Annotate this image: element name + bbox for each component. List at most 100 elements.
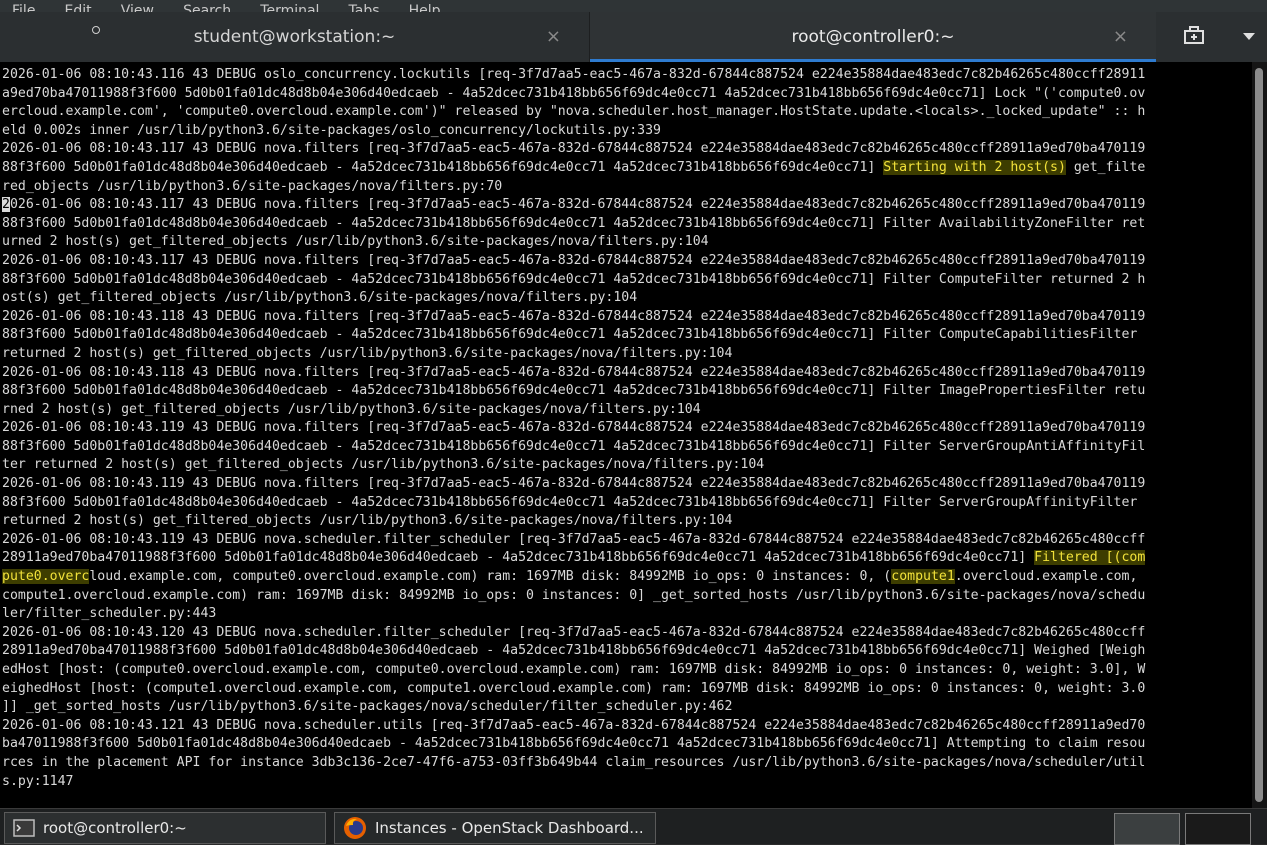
terminal-text: get_filte bbox=[1065, 159, 1146, 175]
terminal-line: 88f3f600 5d0b01fa01dc48d8b04e306d40edcae… bbox=[2, 494, 1252, 513]
terminal-text: ter returned 2 host(s) get_filtered_obje… bbox=[2, 457, 765, 473]
terminal-line: 2026-01-06 08:10:43.119 43 DEBUG nova.sc… bbox=[2, 531, 1252, 550]
terminal-text: 2026-01-06 08:10:43.119 43 DEBUG nova.fi… bbox=[2, 420, 1146, 436]
terminal-line: 2026-01-06 08:10:43.120 43 DEBUG nova.sc… bbox=[2, 624, 1252, 643]
terminal-text: 2026-01-06 08:10:43.117 43 DEBUG nova.fi… bbox=[2, 252, 1146, 268]
terminal-text: 2026-01-06 08:10:43.117 43 DEBUG nova.fi… bbox=[2, 141, 1146, 157]
terminal-line: 2026-01-06 08:10:43.118 43 DEBUG nova.fi… bbox=[2, 364, 1252, 383]
menu-terminal[interactable]: Terminal bbox=[248, 4, 331, 12]
terminal-icon bbox=[13, 818, 35, 838]
terminal-line: 28911a9ed70ba47011988f3f600 5d0b01fa01dc… bbox=[2, 642, 1252, 661]
terminal-line: returned 2 host(s) get_filtered_objects … bbox=[2, 345, 1252, 364]
terminal-text: 2026-01-06 08:10:43.119 43 DEBUG nova.sc… bbox=[2, 531, 1146, 547]
close-icon[interactable]: × bbox=[1113, 26, 1128, 47]
terminal-text: rces in the placement API for instance 3… bbox=[2, 754, 1146, 770]
workspace-switcher-2[interactable] bbox=[1185, 813, 1251, 845]
terminal-line: 2026-01-06 08:10:43.117 43 DEBUG nova.fi… bbox=[2, 196, 1252, 215]
menu-bar: File Edit View Search Terminal Tabs Help bbox=[0, 0, 1267, 12]
search-highlight: pute0.overc bbox=[2, 569, 90, 585]
terminal-text: a9ed70ba47011988f3f600 5d0b01fa01dc48d8b… bbox=[2, 85, 1146, 101]
terminal-line: 2026-01-06 08:10:43.118 43 DEBUG nova.fi… bbox=[2, 308, 1252, 327]
terminal-line: 2026-01-06 08:10:43.117 43 DEBUG nova.fi… bbox=[2, 252, 1252, 271]
terminal-line: s.py:1147 bbox=[2, 773, 1252, 792]
terminal-line: edHost [host: (compute0.overcloud.exampl… bbox=[2, 661, 1252, 680]
terminal-line: eighedHost [host: (compute1.overcloud.ex… bbox=[2, 680, 1252, 699]
terminal-text: edHost [host: (compute0.overcloud.exampl… bbox=[2, 662, 1146, 677]
terminal-text: .overcloud.example.com, bbox=[954, 569, 1138, 585]
terminal-text: rned 2 host(s) get_filtered_objects /usr… bbox=[2, 401, 701, 417]
terminal-text: ler/filter_scheduler.py:443 bbox=[2, 606, 217, 622]
terminal-log: 2026-01-06 08:10:43.116 43 DEBUG oslo_co… bbox=[0, 62, 1252, 791]
menu-view[interactable]: View bbox=[109, 4, 166, 12]
terminal-line: 88f3f600 5d0b01fa01dc48d8b04e306d40edcae… bbox=[2, 326, 1252, 345]
terminal-line: red_objects /usr/lib/python3.6/site-pack… bbox=[2, 178, 1252, 197]
terminal-text: ]] _get_sorted_hosts /usr/lib/python3.6/… bbox=[2, 699, 733, 715]
close-icon[interactable]: × bbox=[546, 26, 561, 47]
menu-tabs[interactable]: Tabs bbox=[337, 4, 392, 12]
terminal-line: 88f3f600 5d0b01fa01dc48d8b04e306d40edcae… bbox=[2, 438, 1252, 457]
search-highlight: Filtered [(com bbox=[1034, 550, 1146, 566]
terminal-line: 2026-01-06 08:10:43.116 43 DEBUG oslo_co… bbox=[2, 66, 1252, 85]
terminal-text: eld 0.002s inner /usr/lib/python3.6/site… bbox=[2, 122, 661, 138]
terminal-output[interactable]: 2026-01-06 08:10:43.116 43 DEBUG oslo_co… bbox=[0, 62, 1252, 808]
terminal-text: compute1.overcloud.example.com) ram: 169… bbox=[2, 587, 1146, 603]
mouse-cursor-indicator bbox=[92, 26, 100, 34]
terminal-text: 88f3f600 5d0b01fa01dc48d8b04e306d40edcae… bbox=[2, 271, 1146, 287]
tab-root-controller[interactable]: root@controller0:~ × bbox=[590, 12, 1156, 62]
terminal-text: 88f3f600 5d0b01fa01dc48d8b04e306d40edcae… bbox=[2, 494, 1138, 510]
terminal-line: ler/filter_scheduler.py:443 bbox=[2, 605, 1252, 624]
terminal-text: ost(s) get_filtered_objects /usr/lib/pyt… bbox=[2, 290, 638, 306]
menu-edit[interactable]: Edit bbox=[53, 4, 104, 12]
terminal-scrollbar[interactable] bbox=[1252, 62, 1267, 808]
terminal-text: loud.example.com, compute0.overcloud.exa… bbox=[89, 569, 892, 585]
terminal-line: 2026-01-06 08:10:43.117 43 DEBUG nova.fi… bbox=[2, 140, 1252, 159]
taskbar-item-label: Instances - OpenStack Dashboard... bbox=[375, 819, 644, 837]
terminal-line: 88f3f600 5d0b01fa01dc48d8b04e306d40edcae… bbox=[2, 159, 1252, 178]
tab-student-workstation[interactable]: student@workstation:~ × bbox=[0, 12, 590, 62]
workspace-switcher-1[interactable] bbox=[1114, 813, 1180, 845]
terminal-text: 2026-01-06 08:10:43.118 43 DEBUG nova.fi… bbox=[2, 308, 1146, 324]
menu-search[interactable]: Search bbox=[171, 4, 243, 12]
menu-file[interactable]: File bbox=[0, 4, 47, 12]
terminal-text: eighedHost [host: (compute1.overcloud.ex… bbox=[2, 680, 1146, 696]
terminal-text: ercloud.example.com', 'compute0.overclou… bbox=[2, 104, 1146, 120]
terminal-text: 28911a9ed70ba47011988f3f600 5d0b01fa01dc… bbox=[2, 643, 1146, 659]
terminal-text: urned 2 host(s) get_filtered_objects /us… bbox=[2, 234, 709, 250]
menu-help[interactable]: Help bbox=[397, 4, 453, 12]
terminal-text: ba47011988f3f600 5d0b01fa01dc48d8b04e306… bbox=[2, 736, 1146, 752]
terminal-line: pute0.overcloud.example.com, compute0.ov… bbox=[2, 568, 1252, 587]
taskbar-item-firefox[interactable]: Instances - OpenStack Dashboard... bbox=[334, 812, 656, 844]
search-highlight: compute1 bbox=[891, 569, 955, 585]
terminal-line: 88f3f600 5d0b01fa01dc48d8b04e306d40edcae… bbox=[2, 382, 1252, 401]
terminal-text: 88f3f600 5d0b01fa01dc48d8b04e306d40edcae… bbox=[2, 159, 884, 175]
terminal-text: 2026-01-06 08:10:43.119 43 DEBUG nova.fi… bbox=[2, 476, 1146, 492]
terminal-line: 88f3f600 5d0b01fa01dc48d8b04e306d40edcae… bbox=[2, 271, 1252, 290]
terminal-line: rned 2 host(s) get_filtered_objects /usr… bbox=[2, 401, 1252, 420]
terminal-line: eld 0.002s inner /usr/lib/python3.6/site… bbox=[2, 122, 1252, 141]
terminal-text: 88f3f600 5d0b01fa01dc48d8b04e306d40edcae… bbox=[2, 327, 1138, 343]
terminal-line: ba47011988f3f600 5d0b01fa01dc48d8b04e306… bbox=[2, 735, 1252, 754]
tab-title: student@workstation:~ bbox=[193, 27, 396, 47]
terminal-text: 28911a9ed70ba47011988f3f600 5d0b01fa01dc… bbox=[2, 550, 1035, 566]
terminal-text: 2026-01-06 08:10:43.121 43 DEBUG nova.sc… bbox=[2, 717, 1146, 733]
text-cursor: 2 bbox=[2, 197, 10, 213]
terminal-text: 2026-01-06 08:10:43.116 43 DEBUG oslo_co… bbox=[2, 67, 1146, 82]
terminal-line: 88f3f600 5d0b01fa01dc48d8b04e306d40edcae… bbox=[2, 215, 1252, 234]
new-tab-button[interactable] bbox=[1158, 12, 1230, 62]
terminal-line: returned 2 host(s) get_filtered_objects … bbox=[2, 512, 1252, 531]
terminal-text: 88f3f600 5d0b01fa01dc48d8b04e306d40edcae… bbox=[2, 438, 1146, 454]
firefox-icon bbox=[343, 816, 367, 840]
terminal-line: urned 2 host(s) get_filtered_objects /us… bbox=[2, 233, 1252, 252]
terminal-line: ]] _get_sorted_hosts /usr/lib/python3.6/… bbox=[2, 698, 1252, 717]
terminal-text: returned 2 host(s) get_filtered_objects … bbox=[2, 513, 733, 529]
taskbar-item-label: root@controller0:~ bbox=[43, 819, 187, 837]
taskbar: root@controller0:~ Instances - OpenStack… bbox=[0, 808, 1267, 845]
terminal-line: a9ed70ba47011988f3f600 5d0b01fa01dc48d8b… bbox=[2, 85, 1252, 104]
terminal-text: 88f3f600 5d0b01fa01dc48d8b04e306d40edcae… bbox=[2, 215, 1146, 231]
tab-menu-button[interactable] bbox=[1230, 12, 1267, 62]
scrollbar-thumb[interactable] bbox=[1255, 68, 1263, 802]
taskbar-item-terminal[interactable]: root@controller0:~ bbox=[4, 812, 326, 844]
terminal-line: compute1.overcloud.example.com) ram: 169… bbox=[2, 587, 1252, 606]
terminal-line: 28911a9ed70ba47011988f3f600 5d0b01fa01dc… bbox=[2, 549, 1252, 568]
terminal-line: ter returned 2 host(s) get_filtered_obje… bbox=[2, 456, 1252, 475]
